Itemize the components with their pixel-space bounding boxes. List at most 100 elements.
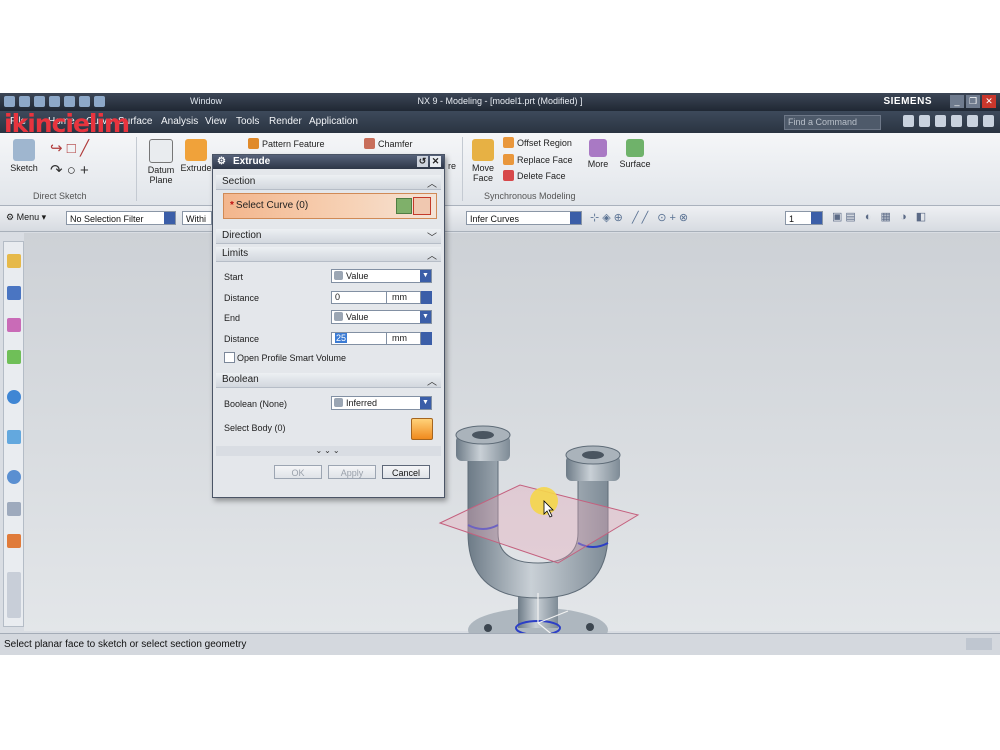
clock-icon[interactable] — [7, 470, 21, 484]
limits-group-header[interactable]: Limits ︿ — [216, 247, 441, 262]
start-dropdown[interactable]: Value ▼ — [331, 269, 432, 283]
ok-button[interactable]: OK — [274, 465, 322, 479]
boolean-dropdown[interactable]: Inferred ▼ — [331, 396, 432, 410]
dialog-footer: OK Apply Cancel — [216, 461, 441, 483]
move-face-button[interactable]: Move Face — [466, 139, 500, 183]
delete-face-button[interactable]: Delete Face — [503, 170, 566, 181]
move-face-label: Move Face — [471, 163, 494, 183]
fit-icon[interactable] — [919, 115, 930, 127]
chevron-down-icon — [570, 212, 581, 224]
chevron-up-icon: ︿ — [427, 179, 437, 190]
replace-face-button[interactable]: Replace Face — [503, 154, 573, 165]
more-features-button[interactable]: re — [444, 161, 460, 171]
roles-icon[interactable] — [7, 534, 21, 548]
resource-scroll-icon[interactable] — [7, 572, 21, 618]
distance-start-input[interactable]: 0 — [331, 291, 387, 304]
sketch-curve-icons[interactable]: ↪ □ ╱ — [50, 139, 89, 157]
offset-region-label: Offset Region — [517, 137, 572, 148]
help-icon[interactable] — [935, 115, 946, 127]
status-icons[interactable] — [966, 638, 992, 650]
window-title: NX 9 - Modeling - [model1.prt (Modified)… — [417, 96, 583, 106]
surface-label: Surface — [619, 159, 651, 169]
reset-icon[interactable]: ↺ — [417, 156, 428, 167]
menu-button[interactable]: ⚙ Menu ▾ — [6, 212, 46, 223]
menu-bar: File Home Curve Surface Analysis View To… — [0, 109, 1000, 138]
chamfer-button[interactable]: Chamfer — [364, 138, 413, 149]
sketch-icon — [13, 139, 35, 161]
menu-application[interactable]: Application — [309, 116, 358, 127]
sketch-shape-icons[interactable]: ↷ ○ + — [50, 161, 89, 179]
selection-scope-dropdown[interactable]: Withi — [182, 211, 212, 225]
restore-icon[interactable]: ❐ — [966, 95, 980, 108]
offset-region-button[interactable]: Offset Region — [503, 137, 572, 148]
delete-face-label: Delete Face — [517, 170, 566, 181]
replace-face-icon — [503, 154, 514, 165]
gear-icon[interactable]: ⚙ — [217, 156, 226, 167]
search-icon[interactable] — [903, 115, 914, 127]
part-navigator-icon[interactable] — [7, 254, 21, 268]
minimize-doc-icon[interactable] — [951, 115, 962, 127]
3d-part-model[interactable] — [420, 413, 660, 655]
direction-group-header[interactable]: Direction ﹀ — [216, 229, 441, 244]
open-profile-checkbox[interactable]: Open Profile Smart Volume — [224, 352, 346, 363]
select-body-label: Select Body (0) — [224, 423, 286, 433]
cancel-button[interactable]: Cancel — [382, 465, 430, 479]
view-tool-icons[interactable]: ▣▤ ◐ ▦ ◑ ◧ — [832, 210, 929, 223]
distance-start-unit[interactable]: mm — [387, 291, 421, 304]
selection-filter-dropdown[interactable]: No Selection Filter — [66, 211, 176, 225]
assembly-navigator-icon[interactable] — [7, 286, 21, 300]
work-layer-dropdown[interactable]: 1 — [785, 211, 823, 225]
more-options-toggle[interactable]: ⌄⌄⌄ — [216, 446, 441, 456]
minimize-icon[interactable]: _ — [950, 95, 964, 108]
constraint-navigator-icon[interactable] — [7, 318, 21, 332]
select-body-icon[interactable] — [411, 418, 433, 440]
required-asterisk: * — [230, 200, 234, 211]
status-bar: Select planar face to sketch or select s… — [0, 633, 1000, 655]
limits-group-label: Limits — [222, 248, 249, 259]
select-curve-selector[interactable]: * Select Curve (0) — [223, 193, 437, 219]
surface-button[interactable]: Surface — [616, 139, 654, 169]
snap-point-icons[interactable]: ⊹◈⊕ ╱╱ ⊙+⊗ — [590, 211, 691, 224]
select-curve-icon[interactable] — [413, 197, 431, 215]
reuse-library-icon[interactable] — [7, 350, 21, 364]
direction-group-label: Direction — [222, 230, 262, 241]
chevron-down-icon — [164, 212, 175, 224]
more-button[interactable]: More — [584, 139, 612, 169]
process-studio-icon[interactable] — [7, 502, 21, 516]
chevron-down-icon: ▼ — [420, 397, 431, 409]
menu-view[interactable]: View — [205, 116, 227, 127]
synchronous-group-label: Synchronous Modeling — [484, 191, 576, 201]
distance-end-input[interactable]: 25 — [331, 332, 387, 345]
history-icon[interactable] — [7, 430, 21, 444]
pattern-feature-button[interactable]: Pattern Feature — [248, 138, 325, 149]
extrude-button[interactable]: Extrude — [178, 139, 214, 173]
end-dropdown[interactable]: Value ▼ — [331, 310, 432, 324]
menu-analysis[interactable]: Analysis — [161, 116, 198, 127]
close-doc-icon[interactable] — [983, 115, 994, 127]
sketch-section-icon[interactable] — [396, 198, 412, 214]
sketch-button[interactable]: Sketch — [6, 139, 42, 173]
close-icon[interactable]: ✕ — [982, 95, 996, 108]
end-value: Value — [346, 312, 369, 322]
menu-tools[interactable]: Tools — [236, 116, 259, 127]
distance-end-unit[interactable]: mm — [387, 332, 421, 345]
section-group-header[interactable]: Section ︿ — [216, 175, 441, 190]
web-browser-icon[interactable] — [7, 390, 21, 404]
infer-curves-dropdown[interactable]: Infer Curves — [466, 211, 582, 225]
replace-face-label: Replace Face — [517, 154, 573, 165]
distance-start-menu-icon[interactable] — [421, 291, 432, 304]
restore-doc-icon[interactable] — [967, 115, 978, 127]
dialog-title-bar[interactable]: ⚙ Extrude ↺ ✕ — [213, 155, 444, 169]
apply-button[interactable]: Apply — [328, 465, 376, 479]
select-curve-text: Select Curve (0) — [235, 200, 309, 211]
checkbox-box[interactable] — [224, 352, 235, 363]
datum-plane-button[interactable]: Datum Plane — [142, 139, 180, 185]
right-boss-hole — [582, 451, 604, 459]
distance-end-menu-icon[interactable] — [421, 332, 432, 345]
close-icon[interactable]: ✕ — [430, 156, 441, 167]
boolean-group-header[interactable]: Boolean ︿ — [216, 373, 441, 388]
menu-render[interactable]: Render — [269, 116, 302, 127]
find-command-input[interactable]: Find a Command — [784, 115, 881, 130]
chevron-up-icon: ︿ — [427, 377, 437, 388]
selection-filter-value: No Selection Filter — [70, 214, 144, 224]
